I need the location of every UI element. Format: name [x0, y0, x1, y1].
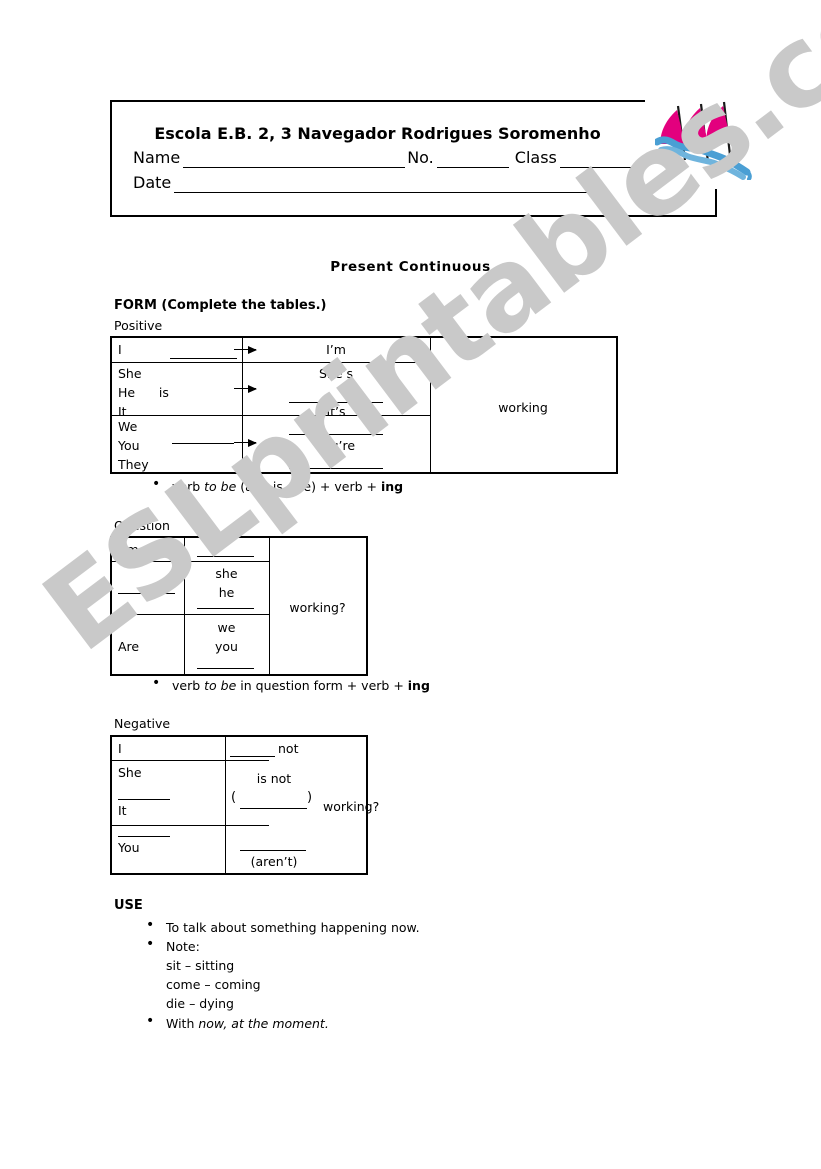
sailing-ship-logo [653, 98, 760, 181]
date-label: Date [133, 173, 172, 192]
use-heading: USE [114, 898, 143, 913]
negative-blank-5[interactable] [118, 873, 170, 874]
question-subject-3: we you [215, 620, 238, 654]
negative-table-caption: Negative [114, 716, 171, 731]
positive-rule-text: verb to be (am, is, are) + verb + ing [172, 479, 403, 494]
negative-blank-3[interactable] [240, 808, 307, 809]
date-field-row: Date [133, 173, 603, 193]
use-example-2: come – coming [166, 977, 261, 992]
question-blank-3[interactable] [197, 608, 254, 609]
use-last-a: With [166, 1016, 199, 1031]
negative-table: I not She It is not ( ) You (aren’t) wor… [110, 735, 379, 875]
positive-rule-a: verb [172, 479, 205, 494]
use-last-b: now, at the moment. [198, 1016, 329, 1031]
question-blank-4[interactable] [197, 668, 254, 669]
question-rule-c: in question form + verb + [236, 678, 408, 693]
question-rule-d: ing [407, 678, 430, 693]
negative-subject-1: I [118, 741, 122, 756]
worksheet-page: ESLprintables.com Escola E.B. 2, 3 Naveg… [0, 0, 821, 1169]
page-title: Present Continuous [330, 259, 491, 275]
question-blank-1[interactable] [197, 556, 254, 557]
question-row-sep-1 [112, 561, 269, 562]
name-field-row: Name No. Class [133, 148, 644, 168]
positive-blank-2[interactable] [289, 402, 383, 403]
positive-blank-1[interactable] [170, 358, 237, 359]
use-bullet-3-dot: • [146, 1013, 155, 1029]
header-box-right-border [715, 189, 717, 217]
number-input-rule[interactable] [436, 150, 509, 168]
name-label: Name [133, 148, 181, 167]
question-rule-a: verb [172, 678, 205, 693]
negative-paren-open: ( [231, 790, 237, 805]
positive-blank-4[interactable] [289, 434, 383, 435]
school-name: Escola E.B. 2, 3 Navegador Rodrigues Sor… [154, 124, 601, 143]
number-label: No. [407, 148, 434, 167]
positive-row-sep-1 [112, 362, 430, 363]
header-box-bottom-border [110, 215, 717, 217]
positive-table: I I’m She He is It She’s It’s We You The… [110, 336, 618, 474]
positive-subject-1: I [118, 342, 122, 357]
class-label: Class [514, 148, 557, 167]
date-input-rule[interactable] [174, 175, 603, 193]
question-rule-b: to be [204, 678, 237, 693]
header-box-top-border [110, 100, 645, 102]
negative-paren-close: ) [307, 790, 313, 805]
positive-rule-c: (am, is, are) + verb + [236, 479, 381, 494]
name-input-rule[interactable] [183, 150, 406, 168]
use-example-3: die – dying [166, 996, 234, 1011]
positive-rule-b: to be [204, 479, 237, 494]
question-subject-2: she he [215, 566, 238, 600]
question-blank-2[interactable] [118, 593, 175, 594]
question-verb-cell: working? [289, 600, 346, 615]
positive-table-caption: Positive [114, 318, 163, 333]
negative-aux-3: (aren’t) [250, 854, 298, 869]
student-header-box: Escola E.B. 2, 3 Navegador Rodrigues Sor… [110, 100, 717, 217]
positive-verb-cell: working [498, 400, 548, 415]
negative-subject-3: You [118, 840, 140, 855]
negative-blank-1[interactable] [230, 756, 275, 757]
negative-blank-2[interactable] [118, 799, 170, 800]
question-table: Am she he Are we you working? [110, 536, 368, 676]
use-bullet-2-text: Note: [166, 939, 200, 954]
negative-aux-2: is not [256, 771, 292, 786]
negative-row-sep-1 [112, 760, 269, 761]
use-bullet-1-text: To talk about something happening now. [166, 920, 420, 935]
question-rule-bullet: • [152, 675, 161, 691]
use-bullet-3-text: With now, at the moment. [166, 1016, 329, 1031]
negative-blank-6[interactable] [240, 850, 306, 851]
negative-blank-4[interactable] [118, 836, 170, 837]
positive-contraction-1: I’m [326, 342, 346, 357]
question-aux-1: Am [118, 542, 139, 557]
form-heading: FORM (Complete the tables.) [114, 298, 327, 313]
use-example-1: sit – sitting [166, 958, 235, 973]
negative-subject-2: She It [118, 765, 142, 818]
positive-contraction-3: You’re [316, 438, 356, 453]
question-row-sep-2 [112, 614, 269, 615]
negative-row-sep-2 [112, 825, 269, 826]
use-bullet-1-dot: • [146, 917, 155, 933]
question-table-caption: Question [114, 518, 170, 533]
positive-subject-3: We You They [118, 419, 149, 472]
positive-contraction-2: She’s It’s [318, 366, 354, 419]
positive-blank-5[interactable] [289, 468, 383, 469]
question-aux-3: Are [118, 639, 140, 654]
class-input-rule[interactable] [559, 150, 644, 168]
header-box-left-border [110, 100, 112, 217]
positive-rule-d: ing [380, 479, 404, 494]
negative-aux-1: not [278, 741, 299, 756]
positive-rule-bullet: • [152, 476, 161, 492]
use-bullet-2-dot: • [146, 936, 155, 952]
positive-blank-3[interactable] [172, 443, 234, 444]
question-rule-text: verb to be in question form + verb + ing [172, 678, 430, 693]
positive-subject-2: She He is It [118, 366, 169, 419]
